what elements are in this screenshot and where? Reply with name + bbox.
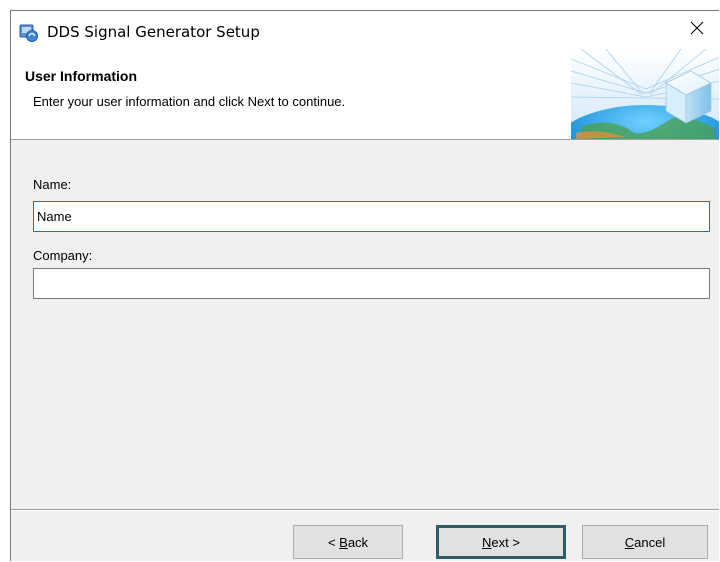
cancel-button[interactable]: Cancel bbox=[582, 525, 708, 559]
installer-icon bbox=[19, 23, 39, 43]
setup-dialog: DDS Signal Generator Setup User Informat… bbox=[10, 10, 719, 561]
company-label: Company: bbox=[33, 248, 93, 263]
company-field[interactable] bbox=[33, 268, 710, 299]
close-icon bbox=[690, 21, 704, 35]
back-button[interactable]: < Back bbox=[293, 525, 403, 559]
next-button[interactable]: Next > bbox=[436, 525, 566, 559]
setup-cube-globe-art bbox=[571, 49, 719, 139]
title-bar[interactable]: DDS Signal Generator Setup bbox=[11, 11, 719, 45]
cancel-button-label: ancel bbox=[634, 534, 666, 550]
window-title: DDS Signal Generator Setup bbox=[47, 23, 260, 41]
cancel-button-mnemonic: C bbox=[624, 534, 635, 550]
back-button-mnemonic: B bbox=[339, 534, 348, 550]
name-field[interactable] bbox=[33, 201, 710, 232]
header-banner: User Information Enter your user informa… bbox=[11, 45, 719, 140]
back-button-prefix: < bbox=[327, 534, 340, 550]
page-subtitle: Enter your user information and click Ne… bbox=[33, 94, 346, 109]
next-button-mnemonic: N bbox=[482, 534, 492, 550]
back-button-label: ack bbox=[347, 534, 369, 550]
page-title: User Information bbox=[25, 68, 138, 84]
close-button[interactable] bbox=[674, 11, 719, 45]
next-button-label: ext > bbox=[491, 534, 520, 550]
footer-divider bbox=[11, 509, 719, 511]
name-label: Name: bbox=[33, 177, 72, 192]
